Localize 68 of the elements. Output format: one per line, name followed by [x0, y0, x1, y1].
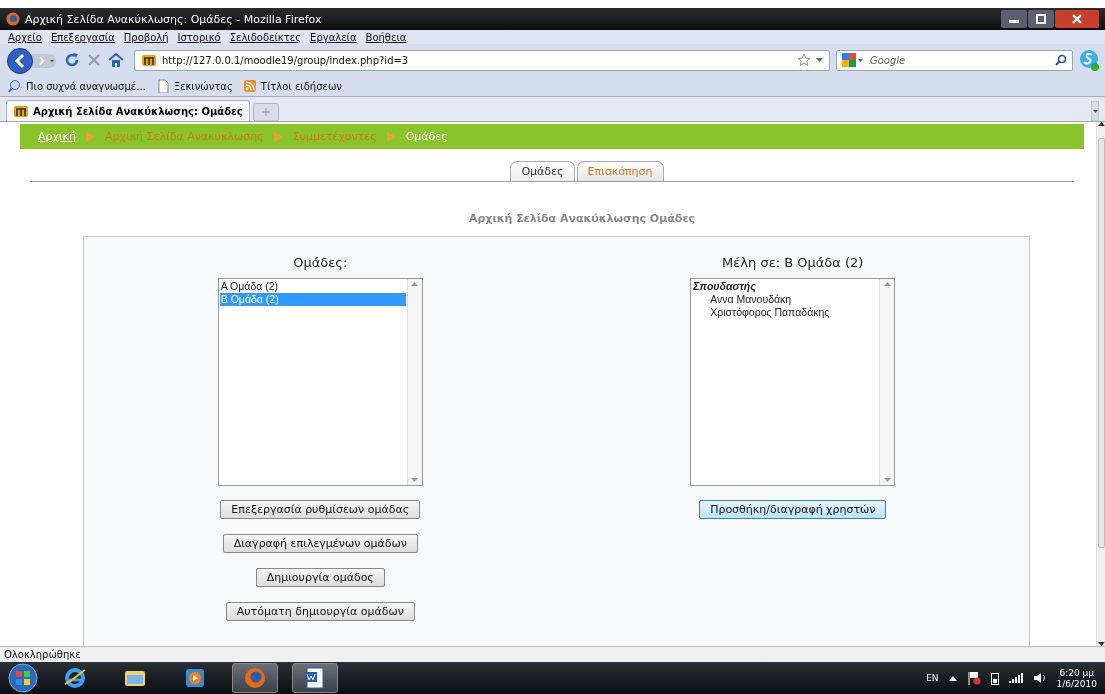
search-icon[interactable] [8, 79, 22, 93]
taskbar-app[interactable] [292, 663, 338, 693]
document-icon [303, 666, 327, 690]
dropdown-icon[interactable] [816, 58, 823, 62]
page-scrollbar[interactable] [1096, 122, 1105, 646]
members-list[interactable]: Σπουδαστής Αννα Μανουδάκη Χριστόφορος Παπαδάκης [690, 278, 896, 486]
search-icon[interactable] [1055, 54, 1067, 66]
groups-list[interactable]: Α Ομάδα (2) Β Ομάδα (2) [217, 278, 423, 486]
arrow-icon [86, 131, 96, 142]
address-field[interactable]: http://127.0.0.1/moodle19/group/index.php?id=3 [134, 49, 830, 71]
site-icon [13, 103, 29, 119]
arrow-icon [273, 131, 283, 142]
menu-item[interactable]: Επεξεργασία [50, 31, 115, 43]
browser-tab[interactable]: Αρχική Σελίδα Ανακύκλωσης: Ομάδες [6, 100, 250, 121]
battery-icon[interactable] [990, 671, 999, 685]
speaker-icon[interactable] [1032, 672, 1047, 684]
globe-icon [63, 666, 87, 690]
bookmark-link[interactable]: Τίτλοι ειδήσεων [260, 80, 342, 92]
bookmark-link[interactable]: Πιο συχνά αναγνωσμέ... [26, 80, 146, 92]
members-title: Μέλη σε: Β Ομάδα (2) [722, 255, 864, 270]
list-option[interactable]: Χριστόφορος Παπαδάκης [692, 306, 879, 319]
engine-icon[interactable] [842, 53, 864, 67]
menu-item[interactable]: Εργαλεία [310, 31, 357, 43]
scroll-thumb[interactable] [1097, 138, 1105, 548]
minimize-button[interactable] [1001, 10, 1027, 28]
up-arrow-icon[interactable] [1097, 122, 1105, 126]
signal-icon[interactable] [1008, 673, 1023, 683]
play-icon [183, 666, 207, 690]
action-button[interactable]: Δημιουργία ομάδος [255, 568, 385, 587]
tray-arrow-icon[interactable] [948, 675, 957, 681]
maximize-button[interactable] [1028, 10, 1054, 28]
search-field[interactable]: Google [836, 49, 1073, 71]
menu-item[interactable]: Βοήθεια [365, 31, 407, 43]
groups-title: Ομάδες: [293, 255, 348, 270]
firefox-icon [243, 666, 267, 690]
window-title: Αρχική Σελίδα Ανακύκλωσης: Ομάδες - Mozilla Firefox [25, 12, 322, 26]
action-button[interactable]: Προσθήκη/διαγραφή χρηστών [699, 500, 887, 519]
bookmark-link[interactable]: Ξεκινώντας [173, 80, 233, 92]
list-option[interactable]: Α Ομάδα (2) [219, 280, 406, 293]
tab[interactable]: Ομάδες [510, 161, 575, 181]
menu-item[interactable]: Σελιδοδείκτες [229, 31, 302, 43]
start-button[interactable] [8, 663, 38, 693]
list-group-label: Σπουδαστής [692, 280, 757, 293]
firefox-icon [6, 12, 20, 26]
site-icon [141, 52, 157, 68]
menu-item[interactable]: Ιστορικό [177, 31, 221, 43]
flag-icon[interactable] [966, 671, 981, 685]
language-indicator[interactable]: EN [926, 673, 939, 683]
action-button[interactable]: Διαγραφή επιλεγμένων ομάδων [222, 534, 418, 553]
reload-icon[interactable] [64, 52, 80, 68]
close-button[interactable] [1055, 10, 1099, 28]
list-option[interactable]: Αννα Μανουδάκη [692, 293, 879, 306]
clock[interactable]: 6:20 μμ 1/6/2010 [1056, 667, 1097, 689]
home-icon[interactable] [108, 52, 124, 68]
search-input[interactable]: Google [868, 53, 1051, 67]
breadcrumb-current: Ομάδες [405, 130, 448, 143]
action-button[interactable]: Επεξεργασία ρυθμίσεων ομάδας [220, 500, 421, 519]
menu-item[interactable]: Προβολή [123, 31, 169, 43]
menu-item[interactable]: Αρχείο [8, 31, 42, 43]
arrow-icon [386, 131, 396, 142]
chat-icon[interactable] [1079, 49, 1099, 71]
tab-list-button[interactable] [1091, 101, 1099, 121]
status-text: Ολοκληρώθηκε [4, 649, 81, 660]
down-arrow-icon[interactable] [1097, 642, 1105, 646]
action-button[interactable]: Αυτόματη δημιουργία ομάδων [225, 602, 415, 621]
star-icon[interactable] [797, 53, 811, 67]
page-heading: Αρχική Σελίδα Ανακύκλωσης Ομάδες [467, 212, 697, 225]
back-button[interactable] [6, 46, 58, 74]
